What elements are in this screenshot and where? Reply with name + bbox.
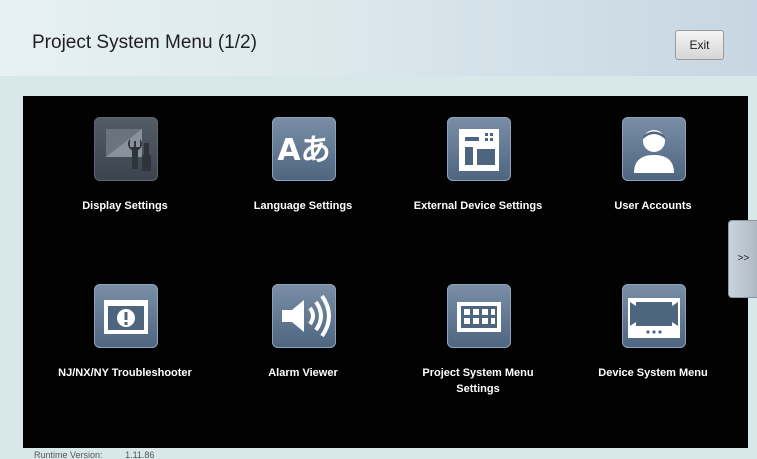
user-icon: [622, 117, 686, 181]
display-settings-tile[interactable]: Display Settings: [55, 96, 195, 236]
tile-label: NJ/NX/NY Troubleshooter: [58, 367, 192, 379]
user-accounts-tile[interactable]: User Accounts: [583, 96, 723, 236]
device-screen-icon: [622, 284, 686, 348]
project-system-menu-settings-tile[interactable]: Project System Menu Settings: [408, 263, 548, 403]
tile-label: External Device Settings: [413, 200, 543, 212]
language-settings-tile[interactable]: Aあ Language Settings: [233, 96, 373, 236]
display-settings-icon: [94, 117, 158, 181]
device-system-menu-tile[interactable]: Device System Menu: [583, 263, 723, 403]
language-glyph: Aあ: [277, 133, 330, 168]
tile-label: User Accounts: [614, 200, 692, 212]
page-title: Project System Menu (1/2): [32, 32, 257, 53]
troubleshooter-tile[interactable]: NJ/NX/NY Troubleshooter: [55, 263, 195, 403]
external-device-settings-tile[interactable]: External Device Settings: [408, 96, 548, 236]
alarm-viewer-tile[interactable]: Alarm Viewer: [233, 263, 373, 403]
tile-label: Device System Menu: [598, 367, 708, 379]
footer: Runtime Version: 1.11.86: [34, 450, 174, 459]
speaker-icon: [272, 284, 336, 348]
next-page-button[interactable]: >>: [728, 220, 757, 298]
tile-label: Language Settings: [253, 200, 353, 212]
header: Project System Menu (1/2) Exit: [0, 0, 757, 76]
language-icon: Aあ: [272, 117, 336, 181]
keypad-icon: [447, 284, 511, 348]
tile-label: Project System Menu Settings: [422, 367, 534, 395]
exit-button[interactable]: Exit: [675, 30, 724, 60]
runtime-version-label: Runtime Version:: [34, 450, 103, 459]
window: Project System Menu (1/2) Exit Display S…: [0, 0, 757, 459]
tile-label: Alarm Viewer: [268, 367, 338, 379]
menu-panel: Display Settings Aあ Language Settings Ex…: [23, 96, 748, 448]
tile-label: Display Settings: [82, 200, 168, 212]
runtime-version-value: 1.11.86: [125, 450, 155, 459]
troubleshooter-icon: [94, 284, 158, 348]
external-device-icon: [447, 117, 511, 181]
